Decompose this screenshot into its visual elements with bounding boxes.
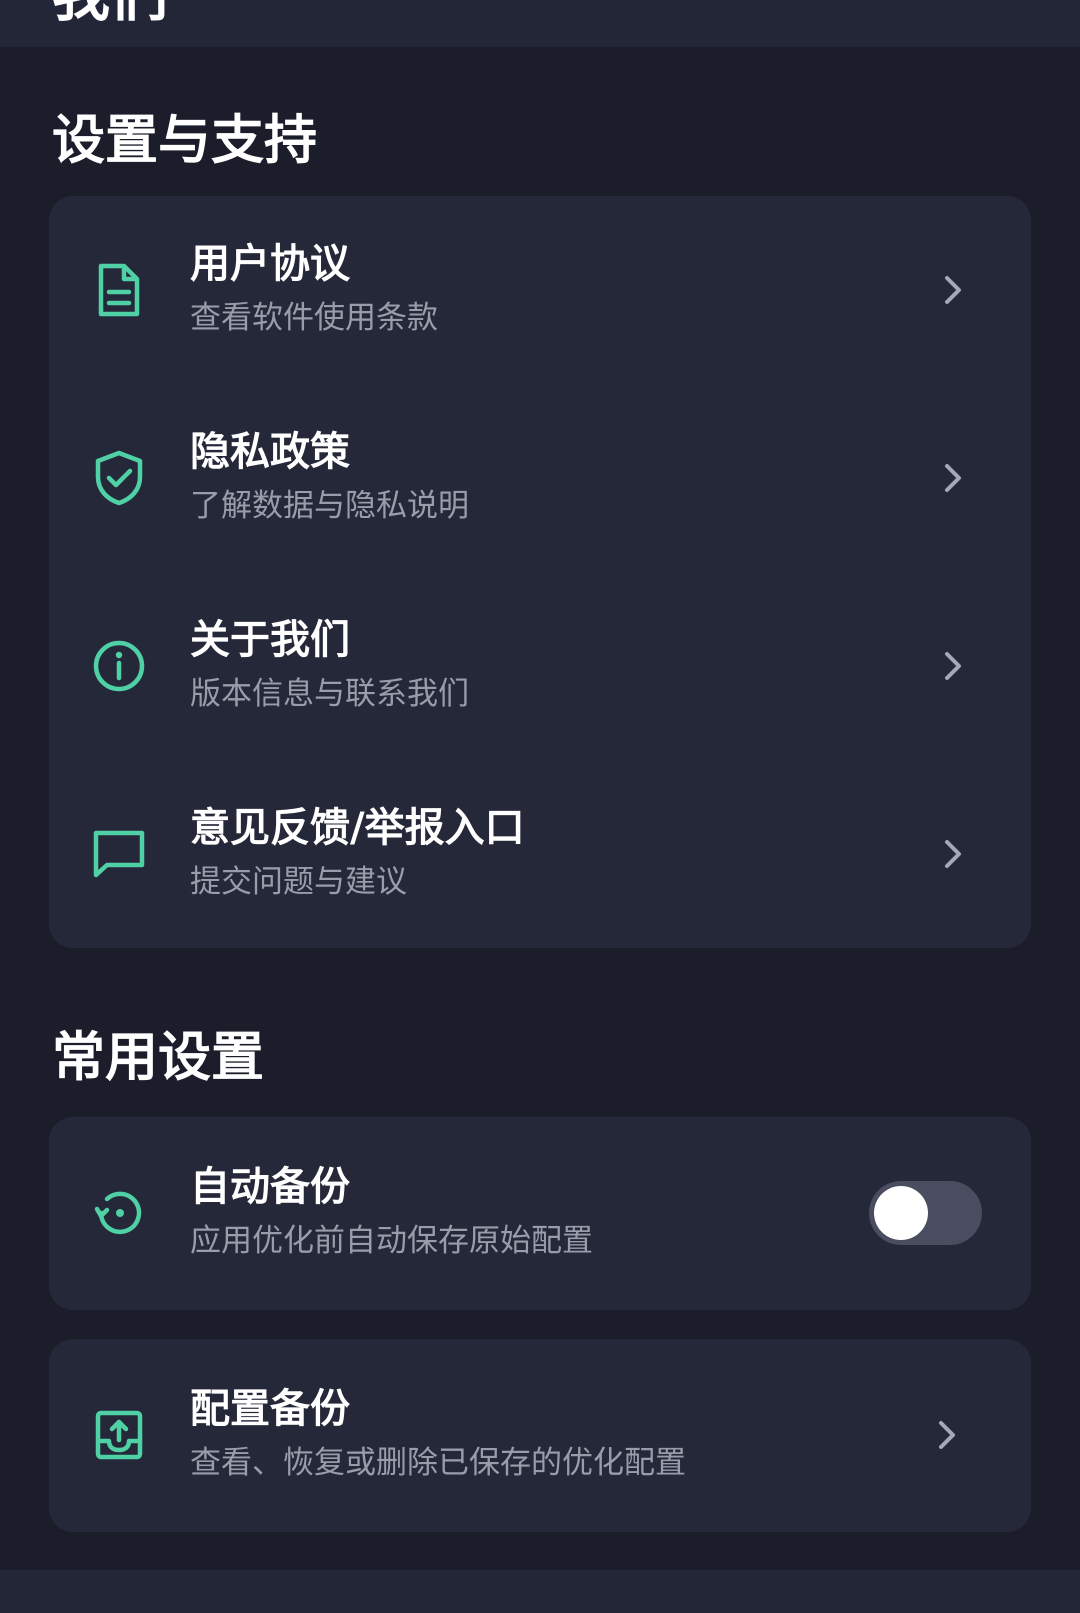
config-backup-card: 配置备份 查看、恢复或删除已保存的优化配置 (49, 1339, 1031, 1532)
restore-icon (89, 1183, 149, 1243)
upload-tray-icon (89, 1405, 149, 1465)
row-subtitle: 应用优化前自动保存原始配置 (190, 1223, 593, 1259)
row-privacy-policy[interactable]: 隐私政策 了解数据与隐私说明 (49, 384, 1031, 572)
toggle-knob (874, 1186, 928, 1240)
row-title: 配置备份 (190, 1386, 350, 1432)
section-title-support: 设置与支持 (52, 110, 317, 171)
bottom-bar (0, 1570, 1080, 1613)
chevron-right-icon (935, 836, 971, 872)
section-title-common: 常用设置 (52, 1027, 264, 1088)
settings-page: 我们 设置与支持 用户协议 查看软件使用条款 (0, 0, 1080, 1613)
auto-backup-card: 自动备份 应用优化前自动保存原始配置 (49, 1117, 1031, 1310)
row-feedback-report[interactable]: 意见反馈/举报入口 提交问题与建议 (49, 760, 1031, 948)
row-auto-backup: 自动备份 应用优化前自动保存原始配置 (49, 1117, 1031, 1310)
row-title: 意见反馈/举报入口 (190, 805, 525, 851)
chevron-right-icon (935, 648, 971, 684)
row-title: 隐私政策 (190, 429, 350, 475)
row-subtitle: 了解数据与隐私说明 (190, 488, 469, 524)
header-title: 我们 (52, 0, 168, 24)
row-subtitle: 版本信息与联系我们 (190, 676, 469, 712)
shield-check-icon (89, 448, 149, 508)
row-subtitle: 查看软件使用条款 (190, 300, 438, 336)
support-card: 用户协议 查看软件使用条款 隐私政策 了解数据与隐私说明 关于我们 版本信息与联… (49, 196, 1031, 948)
message-icon (89, 824, 149, 884)
chevron-right-icon (929, 1417, 965, 1453)
row-config-backup[interactable]: 配置备份 查看、恢复或删除已保存的优化配置 (49, 1339, 1031, 1532)
row-title: 用户协议 (190, 241, 350, 287)
chevron-right-icon (935, 460, 971, 496)
row-user-agreement[interactable]: 用户协议 查看软件使用条款 (49, 196, 1031, 384)
row-title: 自动备份 (190, 1164, 350, 1210)
auto-backup-toggle[interactable] (869, 1181, 982, 1245)
row-about-us[interactable]: 关于我们 版本信息与联系我们 (49, 572, 1031, 760)
row-title: 关于我们 (190, 617, 350, 663)
row-subtitle: 提交问题与建议 (190, 864, 407, 900)
document-icon (89, 260, 149, 320)
chevron-right-icon (935, 272, 971, 308)
top-header-bar: 我们 (0, 0, 1080, 47)
info-icon (89, 636, 149, 696)
row-subtitle: 查看、恢复或删除已保存的优化配置 (190, 1445, 686, 1481)
